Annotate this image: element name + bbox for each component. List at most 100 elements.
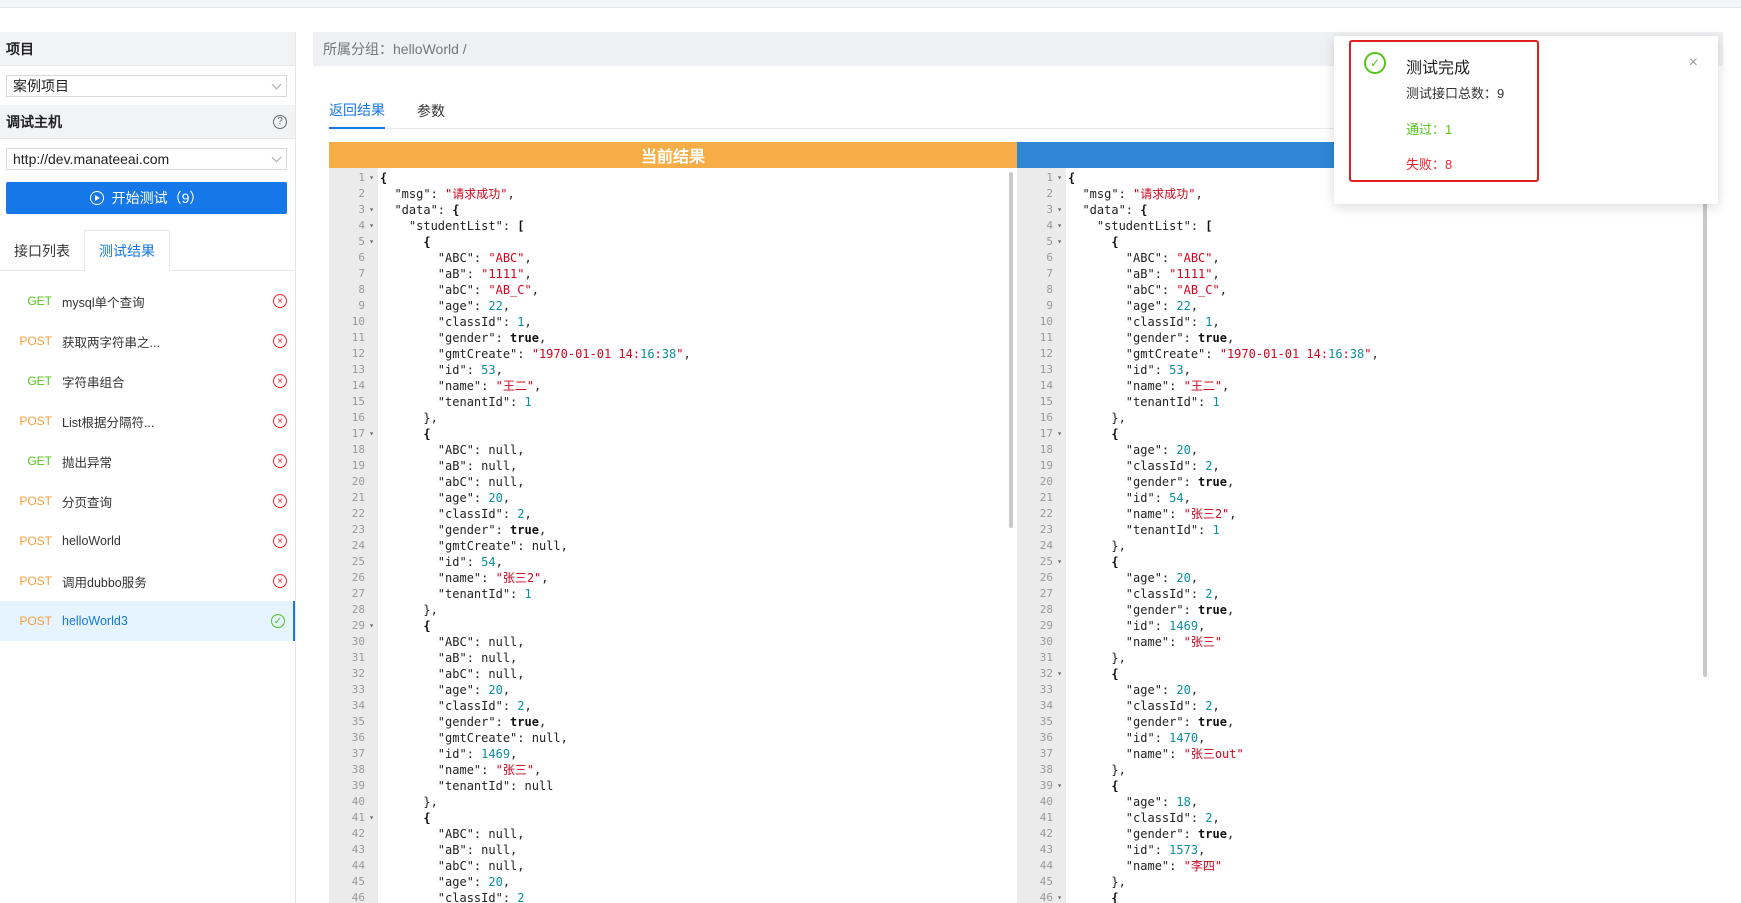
api-name: 字符串组合: [62, 375, 125, 390]
chevron-down-icon: [271, 152, 282, 162]
code-line: 40 "age": 18,: [1017, 794, 1711, 810]
code-line: 24 },: [1017, 538, 1711, 554]
tab-response-result[interactable]: 返回结果: [329, 92, 385, 129]
api-list-item[interactable]: POST 获取两字符串之... ×: [0, 321, 295, 361]
api-list-item[interactable]: GET 字符串组合 ×: [0, 361, 295, 401]
fold-toggle[interactable]: ▾: [365, 234, 378, 250]
code-line: 3 ▾ "data": {: [1017, 202, 1711, 218]
current-result-editor[interactable]: 1 ▾{2 "msg": "请求成功", 3 ▾ "data": {4 ▾ "stude…: [329, 168, 1017, 903]
line-number: 13: [1039, 363, 1053, 376]
fold-toggle: [1053, 506, 1066, 522]
host-select[interactable]: http://dev.manateeai.com: [6, 148, 287, 170]
line-number: 23: [351, 523, 365, 536]
fold-toggle: [1053, 458, 1066, 474]
question-circle-icon[interactable]: ?: [273, 114, 287, 129]
code-text: "abC": null,: [380, 667, 525, 681]
fold-toggle[interactable]: ▾: [365, 218, 378, 234]
code-line: 6 "ABC": "ABC",: [1017, 250, 1711, 266]
editor-scrollbar[interactable]: [1009, 172, 1013, 528]
tab-params[interactable]: 参数: [417, 92, 445, 129]
fold-toggle[interactable]: ▾: [365, 618, 378, 634]
code-line: 35 "gender": true,: [329, 714, 1017, 730]
code-text: "studentList": [: [1068, 219, 1213, 233]
code-line: 20 "abC": null,: [329, 474, 1017, 490]
api-list-item[interactable]: POST helloWorld3 ✓: [0, 601, 295, 641]
code-text: "id": 1469,: [380, 747, 518, 761]
code-line: 30 "name": "张三": [1017, 634, 1711, 650]
line-number: 38: [1039, 763, 1053, 776]
line-number: 44: [1039, 859, 1053, 872]
code-text: "tenantId": 1: [1068, 395, 1220, 409]
code-text: "abC": null,: [380, 859, 525, 873]
fold-toggle[interactable]: ▾: [1053, 234, 1066, 250]
line-number: 10: [1039, 315, 1053, 328]
fold-toggle[interactable]: ▾: [1053, 170, 1066, 186]
code-line: 42 "gender": true,: [1017, 826, 1711, 842]
fold-toggle: [1053, 538, 1066, 554]
chevron-down-icon: [271, 79, 282, 89]
fold-toggle[interactable]: ▾: [1053, 218, 1066, 234]
fold-toggle[interactable]: ▾: [365, 170, 378, 186]
code-line: 22 "classId": 2,: [329, 506, 1017, 522]
code-line: 4 ▾ "studentList": [: [1017, 218, 1711, 234]
code-text: "msg": "请求成功",: [1068, 187, 1203, 201]
close-circle-icon: ×: [273, 534, 287, 548]
fold-toggle[interactable]: ▾: [365, 426, 378, 442]
line-number: 28: [1039, 603, 1053, 616]
fold-toggle[interactable]: ▾: [1053, 666, 1066, 682]
api-list-item[interactable]: POST 分页查询 ×: [0, 481, 295, 521]
start-test-button[interactable]: 开始测试（9）: [6, 182, 287, 214]
code-line: 31 },: [1017, 650, 1711, 666]
fold-toggle: [1053, 314, 1066, 330]
line-number: 40: [1039, 795, 1053, 808]
code-line: 43 "id": 1573,: [1017, 842, 1711, 858]
line-number: 8: [1046, 283, 1053, 296]
close-icon[interactable]: ×: [1689, 54, 1698, 72]
editor-scrollbar[interactable]: [1703, 172, 1707, 677]
code-line: 7 "aB": "1111",: [1017, 266, 1711, 282]
http-method-label: POST: [19, 334, 52, 348]
fold-toggle: [365, 714, 378, 730]
project-select[interactable]: 案例项目: [6, 75, 287, 97]
code-text: "aB": "1111",: [380, 267, 532, 281]
expected-result-editor[interactable]: 1 ▾{2 "msg": "请求成功", 3 ▾ "data": {4 ▾ "stude…: [1017, 168, 1711, 903]
tab-test-results[interactable]: 测试结果: [84, 230, 170, 271]
line-number: 15: [1039, 395, 1053, 408]
code-text: "classId": 2,: [1068, 459, 1220, 473]
fold-toggle[interactable]: ▾: [1053, 554, 1066, 570]
line-number: 17: [351, 427, 365, 440]
fold-toggle: [365, 330, 378, 346]
tab-api-list[interactable]: 接口列表: [0, 230, 84, 271]
code-text: "age": 20,: [1068, 683, 1199, 697]
fold-toggle[interactable]: ▾: [1053, 202, 1066, 218]
http-method-label: GET: [27, 374, 52, 388]
fold-toggle: [365, 698, 378, 714]
fold-toggle: [365, 538, 378, 554]
line-number: 33: [351, 683, 365, 696]
line-number: 46: [1039, 891, 1053, 903]
fold-toggle[interactable]: ▾: [1053, 890, 1066, 903]
api-list-item[interactable]: POST 调用dubbo服务 ×: [0, 561, 295, 601]
line-number: 15: [351, 395, 365, 408]
code-line: 13 "id": 53,: [329, 362, 1017, 378]
code-text: },: [1068, 875, 1126, 889]
api-list-item[interactable]: POST List根据分隔符... ×: [0, 401, 295, 441]
fold-toggle: [1053, 602, 1066, 618]
code-line: 21 "id": 54,: [1017, 490, 1711, 506]
fold-toggle[interactable]: ▾: [1053, 426, 1066, 442]
fold-toggle: [365, 634, 378, 650]
fold-toggle: [365, 666, 378, 682]
fold-toggle[interactable]: ▾: [365, 810, 378, 826]
code-line: 9 "age": 22,: [329, 298, 1017, 314]
fold-toggle: [365, 826, 378, 842]
api-list-item[interactable]: GET 抛出异常 ×: [0, 441, 295, 481]
fold-toggle[interactable]: ▾: [365, 202, 378, 218]
fold-toggle[interactable]: ▾: [1053, 778, 1066, 794]
api-list-item[interactable]: GET mysql单个查询 ×: [0, 281, 295, 321]
fold-toggle: [1053, 394, 1066, 410]
fold-toggle: [365, 586, 378, 602]
line-number: 11: [1039, 331, 1053, 344]
api-list-item[interactable]: POST helloWorld ×: [0, 521, 295, 561]
fold-toggle: [365, 458, 378, 474]
code-line: 1 ▾{: [329, 170, 1017, 186]
